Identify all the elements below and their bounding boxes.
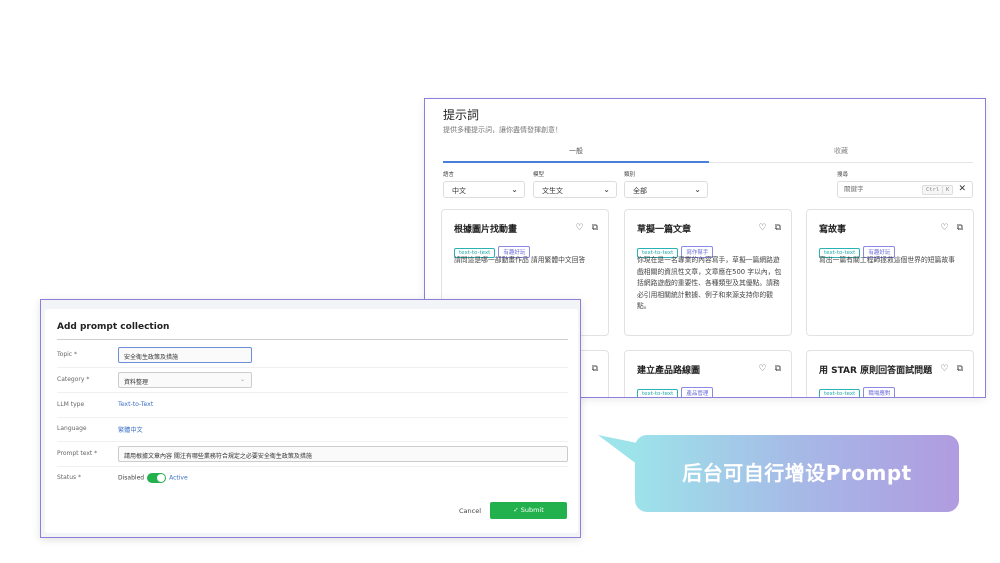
prompt-text-input[interactable]: 請用根據文章內容 關注有哪些業務符合規定之必要安全衛生政策及措施 [118, 446, 568, 462]
heart-icon[interactable]: ♡ [575, 223, 583, 233]
submit-button[interactable]: ✓ Submit [490, 502, 567, 519]
tag-category: 職場應對 [863, 387, 896, 397]
heart-icon[interactable]: ♡ [758, 223, 766, 233]
divider [57, 339, 568, 340]
search-label: 搜尋 [837, 172, 849, 178]
card-title: 寫故事 [819, 225, 847, 235]
card-description: 你現在是一名專業的內容寫手，草擬一篇網路遊戲相關的資訊性文章，文章應在500 字… [637, 256, 782, 310]
copy-icon[interactable]: ⧉ [957, 364, 963, 374]
language-select-value: 中文 [452, 187, 466, 195]
close-icon[interactable]: ✕ [958, 184, 966, 194]
topic-row: Topic * 安全衛生政策及措施 [57, 344, 568, 368]
language-value: 繁體中文 [118, 427, 143, 434]
topic-label: Topic * [57, 351, 77, 358]
add-prompt-window: Add prompt collection Topic * 安全衛生政策及措施 … [40, 299, 581, 538]
language-row: Language 繁體中文 [57, 418, 568, 442]
status-toggle[interactable] [147, 473, 167, 483]
tag-model: text-to-text [637, 389, 679, 397]
category-select[interactable]: 全部 ⌄ [624, 181, 708, 198]
toggle-knob [157, 474, 166, 482]
add-prompt-dialog: Add prompt collection Topic * 安全衛生政策及措施 … [45, 309, 578, 533]
language-label: Language [57, 425, 87, 432]
status-label: Status * [57, 474, 82, 481]
prompt-card[interactable]: 建立產品路線圖 ♡ ⧉ text-to-text 產品管理 [624, 350, 792, 397]
language-filter-label: 語言 [443, 172, 455, 178]
search-box: Ctrl K ✕ [837, 181, 973, 198]
shortcut-ctrl-key: Ctrl [922, 185, 944, 195]
card-description: 請問這是哪一部動畫作品 請用繁體中文回答 [454, 256, 586, 264]
prompt-card[interactable]: 草擬一篇文章 ♡ ⧉ text-to-text 寫作幫手 你現在是一名專業的內容寫手… [624, 209, 792, 336]
status-row: Status * Disabled Active [57, 467, 568, 491]
card-title: 草擬一篇文章 [637, 225, 692, 235]
llm-type-value: Text-to-Text [118, 401, 154, 408]
copy-icon[interactable]: ⧉ [592, 223, 598, 233]
prompt-text-label: Prompt text * [57, 450, 98, 457]
chevron-down-icon: ⌄ [239, 376, 245, 383]
category-row: Category * 資料整理 ⌄ [57, 369, 568, 393]
card-title: 根據圖片找動畫 [454, 225, 518, 235]
model-select-value: 文生文 [542, 187, 563, 195]
search-input[interactable] [844, 185, 914, 193]
tab-bar: 一般 收藏 [443, 143, 973, 163]
card-title: 建立產品路線圖 [637, 366, 701, 376]
prompt-text-row: Prompt text * 請用根據文章內容 關注有哪些業務符合規定之必要安全衛… [57, 443, 568, 467]
status-on-label: Active [169, 474, 188, 482]
category-select-value: 全部 [633, 187, 647, 195]
heart-icon[interactable]: ♡ [940, 223, 948, 233]
category-select[interactable]: 資料整理 ⌄ [118, 372, 252, 388]
language-select[interactable]: 中文 ⌄ [443, 181, 525, 198]
copy-icon[interactable]: ⧉ [592, 364, 598, 374]
tag-model: text-to-text [819, 389, 861, 397]
topic-input[interactable]: 安全衛生政策及措施 [118, 347, 252, 363]
copy-icon[interactable]: ⧉ [775, 223, 781, 233]
llm-type-row: LLM type Text-to-Text [57, 394, 568, 418]
tab-general[interactable]: 一般 [443, 146, 709, 156]
dialog-title: Add prompt collection [57, 322, 170, 332]
page-subtitle: 提供多種提示詞，讓你盡情發揮創意！ [443, 126, 562, 134]
prompt-card[interactable]: 用 STAR 原則回答面試問題 ♡ ⧉ text-to-text 職場應對 [806, 350, 974, 397]
category-filter-label: 類別 [624, 172, 636, 178]
heart-icon[interactable]: ♡ [758, 364, 766, 374]
card-title: 用 STAR 原則回答面試問題 [819, 366, 933, 376]
status-off-label: Disabled [118, 474, 145, 482]
page-title: 提示詞 [443, 108, 480, 122]
chevron-down-icon: ⌄ [603, 185, 610, 194]
tag-category: 產品管理 [681, 387, 714, 397]
shortcut-k-key: K [942, 185, 954, 195]
heart-icon[interactable]: ♡ [940, 364, 948, 374]
chevron-down-icon: ⌄ [694, 185, 701, 194]
model-filter-label: 模型 [533, 172, 545, 178]
copy-icon[interactable]: ⧉ [957, 223, 963, 233]
prompt-card[interactable]: 寫故事 ♡ ⧉ text-to-text 有趣好玩 寫出一篇有關工程師拯救這個世界的… [806, 209, 974, 336]
card-description: 寫出一篇有關工程師拯救這個世界的短篇故事 [819, 256, 955, 264]
category-label: Category * [57, 376, 90, 383]
model-select[interactable]: 文生文 ⌄ [533, 181, 617, 198]
chevron-down-icon: ⌄ [511, 185, 518, 194]
category-select-value: 資料整理 [124, 379, 149, 386]
tab-favorites[interactable]: 收藏 [709, 146, 973, 156]
callout-bubble: 后台可自行增设Prompt [635, 435, 959, 512]
llm-type-label: LLM type [57, 401, 85, 408]
cancel-button[interactable]: Cancel [459, 507, 481, 515]
active-tab-indicator [443, 161, 709, 163]
copy-icon[interactable]: ⧉ [775, 364, 781, 374]
callout-text: 后台可自行增设Prompt [682, 461, 912, 485]
